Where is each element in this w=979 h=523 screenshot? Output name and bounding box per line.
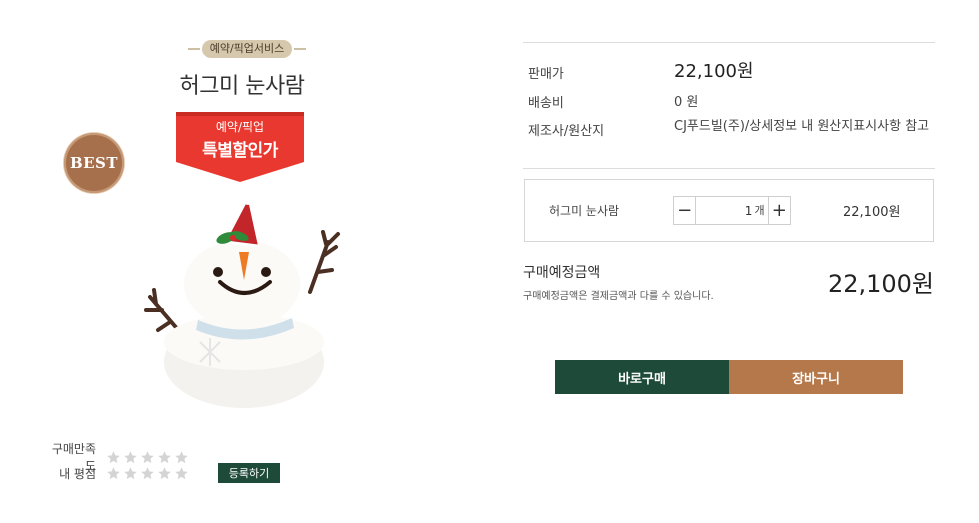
special-discount-banner: 예약/픽업 특별할인가	[174, 112, 306, 182]
quantity-unit: 개	[754, 204, 765, 217]
reservation-service-tag: 예약/픽업서비스	[188, 40, 306, 58]
product-title: 허그미 눈사람	[179, 74, 305, 99]
selected-option-box: 허그미 눈사람 − 개 + 22,100원	[524, 179, 934, 242]
quantity-stepper: − 개 +	[673, 196, 791, 225]
quantity-increase-button[interactable]: +	[767, 197, 790, 224]
total-title: 구매예정금액	[523, 265, 601, 281]
tag-divider-left	[188, 48, 200, 50]
total-note: 구매예정금액은 결제금액과 다를 수 있습니다.	[523, 291, 714, 302]
tag-divider-right	[294, 48, 306, 50]
buy-now-button[interactable]: 바로구매	[555, 360, 729, 394]
quantity-input[interactable]	[696, 197, 755, 224]
my-rating-label: 내 평점	[59, 466, 96, 481]
star-icon	[124, 450, 137, 463]
my-rating-stars[interactable]	[106, 466, 189, 481]
my-rating-row: 내 평점	[44, 465, 189, 481]
top-divider	[523, 42, 935, 43]
star-icon	[175, 450, 188, 463]
promo-big-label: 특별할인가	[202, 141, 278, 161]
middle-divider	[523, 168, 935, 169]
promo-small-label: 예약/픽업	[215, 120, 265, 134]
register-rating-button[interactable]: 등록하기	[218, 463, 280, 483]
shipping-label: 배송비	[528, 96, 564, 111]
snowman-cake-image	[140, 192, 350, 414]
star-icon	[107, 450, 120, 463]
origin-label: 제조사/원산지	[528, 124, 605, 139]
origin-value: CJ푸드빌(주)/상세정보 내 원산지표시사항 참고	[674, 119, 930, 134]
quantity-decrease-button[interactable]: −	[674, 197, 697, 224]
service-tag-label: 예약/픽업서비스	[201, 40, 293, 58]
total-price: 22,100원	[827, 270, 934, 298]
option-name: 허그미 눈사람	[549, 204, 620, 218]
product-detail-page: 예약/픽업서비스 허그미 눈사람 예약/픽업 특별할인가 BEST 구매만족도 …	[0, 0, 979, 523]
star-icon[interactable]	[140, 466, 155, 481]
star-icon[interactable]	[174, 466, 189, 481]
star-icon[interactable]	[123, 466, 138, 481]
best-badge: BEST	[64, 133, 124, 193]
star-icon	[141, 450, 154, 463]
shipping-value: 0 원	[674, 95, 699, 110]
satisfaction-row: 구매만족도	[44, 442, 189, 473]
best-badge-label: BEST	[69, 154, 119, 172]
star-icon	[158, 450, 171, 463]
star-icon[interactable]	[157, 466, 172, 481]
option-price: 22,100원	[843, 205, 901, 220]
star-icon[interactable]	[106, 466, 121, 481]
rating-section: 구매만족도 내 평점	[44, 442, 189, 481]
price-label: 판매가	[528, 67, 564, 82]
satisfaction-stars	[106, 450, 189, 465]
price-value: 22,100원	[674, 61, 754, 82]
add-to-cart-button[interactable]: 장바구니	[729, 360, 903, 394]
